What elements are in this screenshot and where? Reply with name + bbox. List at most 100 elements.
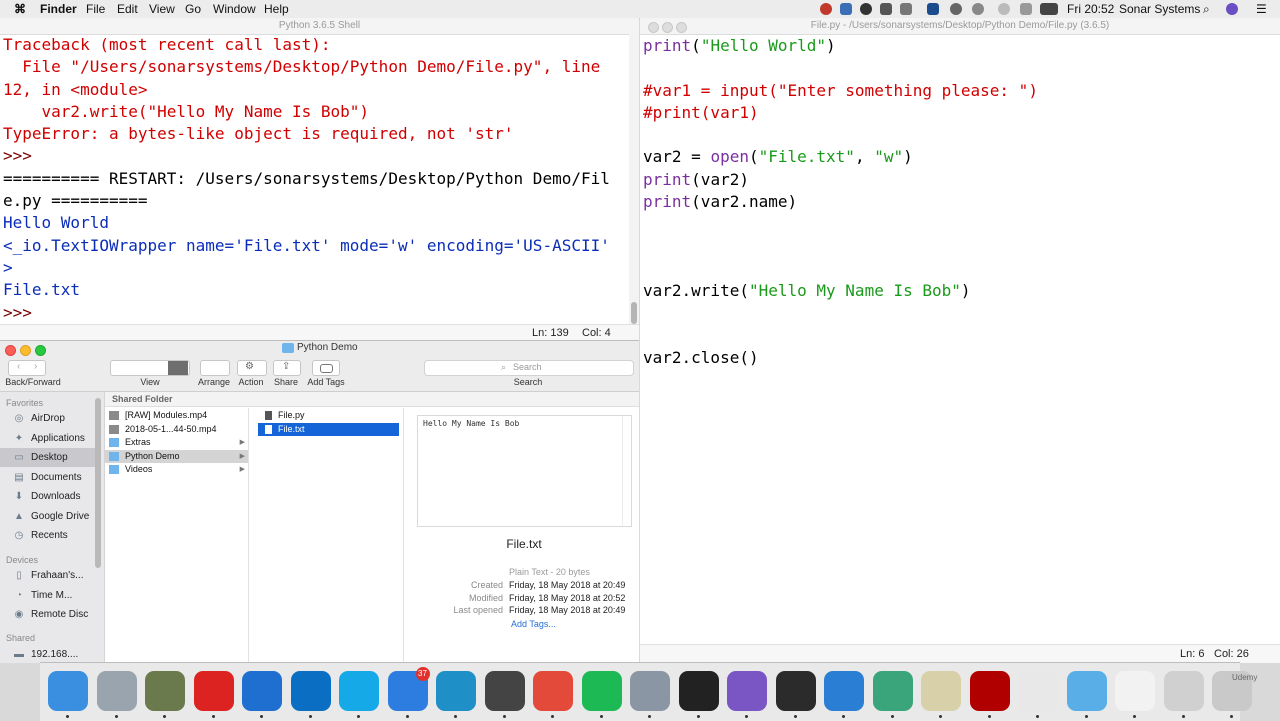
search-field[interactable]: ⌕ Search: [424, 360, 634, 376]
documents-stack-icon[interactable]: [1115, 671, 1155, 711]
sidebar-item-applications[interactable]: ✦ Applications: [0, 429, 96, 448]
finder-icon[interactable]: [48, 671, 88, 711]
safari-icon[interactable]: [824, 671, 864, 711]
column-item-file[interactable]: 2018-05-1...44-50.mp4: [105, 423, 248, 436]
editor-close-button[interactable]: [648, 22, 659, 33]
eject-icon[interactable]: [1020, 3, 1032, 15]
menu-app-name[interactable]: Finder: [40, 2, 77, 16]
screenflow-icon[interactable]: [436, 671, 476, 711]
preview-scrollbar[interactable]: [622, 416, 631, 526]
column-item-folder[interactable]: Extras ▶: [105, 436, 248, 449]
sidebar-item-airdrop[interactable]: ◎ AirDrop: [0, 409, 96, 428]
obs-icon[interactable]: [678, 671, 719, 711]
downloads-stack-icon[interactable]: [1018, 671, 1058, 711]
column-item-folder[interactable]: Videos ▶: [105, 463, 248, 476]
acrobat-icon[interactable]: [969, 671, 1010, 711]
sidebar-item-frahaan-s[interactable]: ▯ Frahaan's...: [0, 566, 96, 585]
menu-view[interactable]: View: [149, 2, 175, 16]
notification-center-icon[interactable]: ☰: [1256, 2, 1267, 16]
siri-icon[interactable]: [1226, 3, 1238, 15]
disclosure-arrow-icon: ▶: [239, 466, 245, 473]
shell-line-number: Ln: 139: [532, 327, 569, 339]
wifi-icon[interactable]: [998, 3, 1010, 15]
skype-icon[interactable]: [339, 671, 379, 711]
menu-help[interactable]: Help: [264, 2, 289, 16]
column-item-file[interactable]: File.py: [258, 409, 399, 422]
add-tags-link[interactable]: Add Tags...: [511, 619, 556, 629]
column-view-icon[interactable]: [168, 361, 188, 375]
column-item-file[interactable]: [RAW] Modules.mp4: [105, 409, 248, 422]
arrange-button[interactable]: [200, 360, 230, 376]
bluetooth-icon[interactable]: [972, 3, 984, 15]
modified-label: Modified: [468, 593, 503, 603]
view-mode-buttons[interactable]: [110, 360, 190, 376]
sidebar-scroll-thumb[interactable]: [95, 398, 101, 568]
dock: 37 Udemy: [40, 662, 1257, 721]
preview-thumbnail[interactable]: Hello My Name Is Bob: [417, 415, 632, 527]
add-tags-button[interactable]: [312, 360, 340, 376]
status-icon-1[interactable]: [820, 3, 832, 15]
terminal-icon[interactable]: [775, 671, 816, 711]
forward-icon[interactable]: ›: [34, 361, 37, 372]
menu-window[interactable]: Window: [213, 2, 256, 16]
chrome-icon[interactable]: [533, 671, 573, 711]
launchpad-icon[interactable]: [96, 671, 137, 711]
teamviewer-menu-icon[interactable]: [927, 3, 939, 15]
apple-menu-icon[interactable]: ⌘: [14, 2, 26, 16]
finder-minimize-button[interactable]: [20, 345, 31, 356]
teamviewer-icon[interactable]: [242, 671, 282, 711]
menu-file[interactable]: File: [86, 2, 105, 16]
menu-clock[interactable]: Fri 20:52: [1067, 2, 1114, 16]
back-icon[interactable]: ‹: [17, 361, 20, 372]
menu-go[interactable]: Go: [185, 2, 201, 16]
atom-icon[interactable]: [872, 671, 913, 711]
share-button[interactable]: ⇪: [273, 360, 301, 376]
applications-icon: ✦: [14, 432, 24, 444]
github-desktop-icon[interactable]: [727, 671, 767, 711]
sidebar-item-remote-disc[interactable]: ◉ Remote Disc: [0, 605, 96, 624]
shell-title-bar[interactable]: Python 3.6.5 Shell: [0, 18, 639, 35]
sketchbook-icon[interactable]: [193, 671, 234, 711]
sidebar-item-time-m[interactable]: ◔ Time M...: [0, 586, 96, 605]
preview-icon[interactable]: [145, 671, 185, 711]
time-machine-menu-icon[interactable]: [950, 3, 962, 15]
sidebar-item-documents[interactable]: ▤ Documents: [0, 468, 96, 487]
shell-output[interactable]: Traceback (most recent call last): File …: [3, 34, 628, 328]
code-token: (: [691, 36, 701, 55]
system-preferences-icon[interactable]: [630, 671, 670, 711]
finder-zoom-button[interactable]: [35, 345, 46, 356]
running-indicator: [696, 715, 700, 718]
sidebar-item-google-drive[interactable]: ▲ Google Drive: [0, 507, 96, 526]
editor-zoom-button[interactable]: [676, 22, 687, 33]
search-placeholder: Search: [513, 362, 542, 372]
column-item-file[interactable]: File.txt: [258, 422, 399, 436]
editor-title-bar[interactable]: File.py - /Users/sonarsystems/Desktop/Py…: [640, 18, 1280, 35]
editor-minimize-button[interactable]: [662, 22, 673, 33]
shell-scroll-thumb[interactable]: [631, 302, 637, 324]
cloud-icon[interactable]: [860, 3, 872, 15]
sidebar-item-downloads[interactable]: ⬇ Downloads: [0, 487, 96, 506]
screenshots-stack-icon[interactable]: [1163, 671, 1204, 711]
spotlight-icon[interactable]: ⌕: [1203, 2, 1210, 17]
back-forward-buttons[interactable]: ‹ ›: [8, 360, 46, 376]
shell-scrollbar[interactable]: [629, 34, 639, 328]
editor-text-area[interactable]: print("Hello World") #var1 = input("Enter…: [643, 35, 1273, 645]
spotify-icon[interactable]: [581, 671, 622, 711]
trello-icon[interactable]: [290, 671, 331, 711]
status-icon-5[interactable]: [900, 3, 912, 15]
sublime-text-icon[interactable]: [484, 671, 525, 711]
menu-edit[interactable]: Edit: [117, 2, 138, 16]
sidebar-item-desktop[interactable]: ▭ Desktop: [0, 448, 96, 467]
folder-icon: [282, 343, 294, 353]
folder-stack-icon[interactable]: [1066, 671, 1107, 711]
status-icon-2[interactable]: [840, 3, 852, 15]
battery-icon[interactable]: [1040, 3, 1058, 15]
action-button[interactable]: ⚙: [237, 360, 267, 376]
finder-close-button[interactable]: [5, 345, 16, 356]
menu-user[interactable]: Sonar Systems: [1119, 2, 1200, 16]
status-icon-4[interactable]: [880, 3, 892, 15]
finder-toolbar: Python Demo ‹ › Back/Forward View Arrang…: [0, 341, 639, 392]
sidebar-item-recents[interactable]: ◷ Recents: [0, 526, 96, 545]
python-icon[interactable]: [921, 671, 961, 711]
column-item-folder[interactable]: Python Demo ▶: [105, 449, 248, 463]
